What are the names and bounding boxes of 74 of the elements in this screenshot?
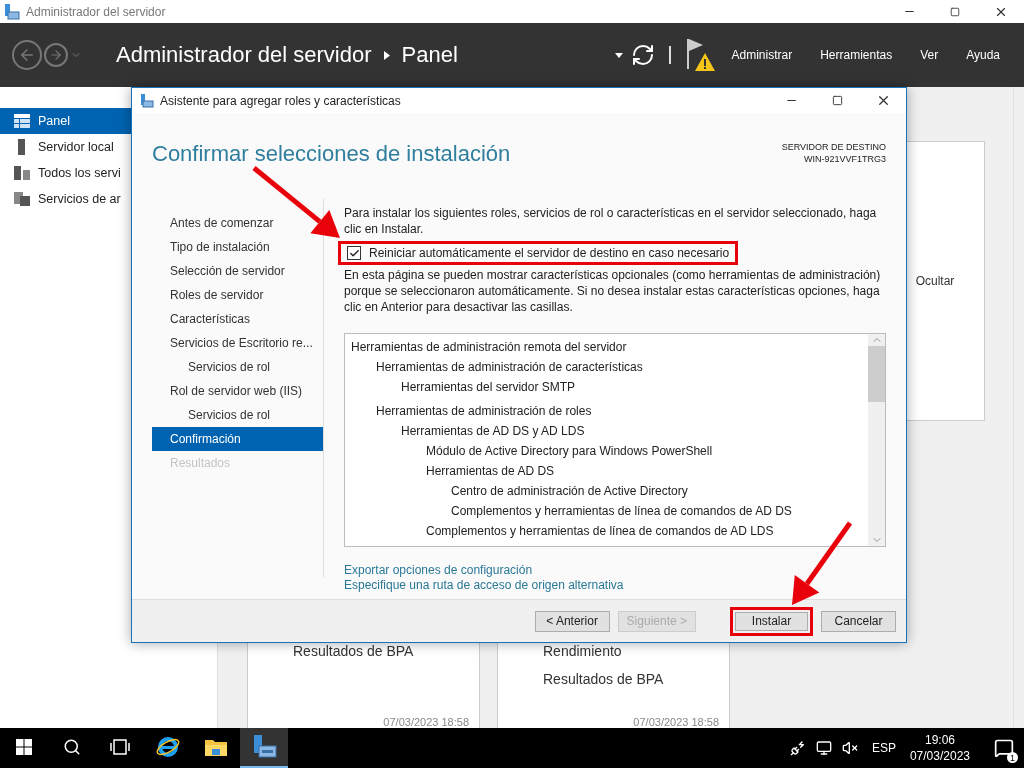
back-button[interactable] — [12, 40, 42, 70]
maximize-icon — [831, 95, 843, 106]
breadcrumb-separator-icon — [383, 50, 390, 60]
breadcrumb-item: Panel — [401, 42, 458, 68]
wizard-step[interactable]: Selección de servidor — [152, 259, 289, 283]
folder-icon — [204, 737, 228, 757]
app-icon — [140, 93, 154, 108]
feature-item: Herramientas de administración de roles — [375, 403, 593, 420]
app-icon — [4, 3, 20, 20]
grid-icon — [14, 114, 30, 128]
card-timestamp: 07/03/2023 18:58 — [383, 716, 469, 728]
feature-item: Módulo de Active Directory para Windows PowerShell — [425, 443, 714, 460]
feature-item: Herramientas de AD DS y AD LDS — [400, 423, 586, 440]
wizard-step[interactable]: Servicios de Escritorio re... — [152, 331, 317, 355]
wizard-step[interactable]: Características — [152, 307, 255, 331]
wizard-step[interactable]: Confirmación — [152, 427, 323, 451]
menu-item[interactable]: Administrar — [717, 48, 807, 62]
card-item[interactable]: Resultados de BPA — [293, 643, 479, 665]
feature-item: Herramientas de administración de características — [375, 359, 644, 376]
intro-text: Para instalar los siguientes roles, servicios de rol o características en el servidor seleccionado, haga clic en Instalar. — [344, 205, 878, 237]
file-server-icon — [14, 192, 30, 206]
checkbox[interactable] — [347, 246, 361, 260]
clock[interactable]: 19:06 07/03/2023 — [909, 732, 970, 764]
dialog-title: Asistente para agregar roles y características — [160, 93, 402, 108]
hide-label[interactable]: Ocultar — [915, 274, 955, 288]
target-server-label: SERVIDOR DE DESTINO WIN-921VVF1TRG3 — [781, 141, 886, 165]
dialog-button[interactable]: < Anterior — [534, 610, 610, 632]
sidebar-item[interactable]: Servicios de ar — [0, 186, 217, 212]
link[interactable]: Especifique una ruta de acceso de origen alternativa — [344, 578, 624, 592]
feature-item: Herramientas de AD DS — [425, 463, 556, 480]
wizard-step[interactable]: Roles de servidor — [152, 283, 268, 307]
dialog-button[interactable]: Cancelar — [821, 610, 896, 632]
feature-item: Herramientas del servidor SMTP — [400, 379, 577, 396]
windows-logo-icon — [16, 739, 32, 755]
forward-button[interactable] — [44, 43, 68, 67]
restore-icon — [950, 6, 960, 17]
scrollbar[interactable] — [1013, 87, 1024, 728]
search-icon — [63, 738, 81, 756]
wizard-step[interactable]: Tipo de instalación — [152, 235, 274, 259]
browser-icon — [156, 735, 180, 759]
wizard-step[interactable]: Servicios de rol — [152, 403, 275, 427]
feature-item: Complementos y herramientas de línea de comandos de AD DS — [450, 503, 793, 520]
wizard-step[interactable]: Rol de servidor web (IIS) — [152, 379, 307, 403]
menu-item[interactable]: Herramientas — [806, 48, 907, 62]
wizard-step[interactable]: Servicios de rol — [152, 355, 275, 379]
power-icon[interactable] — [789, 740, 806, 756]
language-indicator[interactable]: ESP — [871, 741, 896, 755]
window-title: Administrador del servidor — [26, 4, 167, 19]
server-manager-icon — [251, 734, 277, 760]
note-text: En esta página se pueden mostrar características opcionales (como herramientas de administración) porque se seleccionaron automáticamente. Si no desea instalar estas características opciones, haga clic en Anterior para desactivar las casillas. — [344, 267, 882, 315]
restart-checkbox[interactable]: Reiniciar automáticamente el servidor de destino en caso necesario — [338, 241, 739, 265]
card-item[interactable]: Rendimiento — [543, 643, 729, 665]
link[interactable]: Exportar opciones de configuración — [344, 563, 533, 577]
notifications-button[interactable]: 1 — [984, 728, 1024, 768]
network-icon[interactable] — [815, 740, 832, 756]
feature-item: Herramientas de administración remota del servidor — [351, 339, 628, 356]
card-item[interactable]: Resultados de BPA — [543, 671, 729, 693]
card-timestamp: 07/03/2023 18:58 — [633, 716, 719, 728]
feature-item: Complementos y herramientas de línea de comandos de AD LDS — [425, 523, 775, 540]
taskbar-button[interactable] — [240, 728, 288, 768]
breadcrumb-item: Administrador del servidor — [116, 42, 372, 68]
wizard-step[interactable]: Antes de comenzar — [152, 211, 278, 235]
notification-flag-icon[interactable] — [685, 37, 718, 73]
divider-mark — [669, 46, 672, 64]
menu-item[interactable]: Ver — [906, 48, 953, 62]
task-view-icon — [110, 739, 130, 755]
dialog-button[interactable]: Instalar — [730, 606, 813, 636]
servers-icon — [14, 166, 30, 180]
menu-item[interactable]: Ayuda — [952, 48, 1014, 62]
dropdown-caret-icon[interactable] — [615, 52, 624, 58]
feature-item: Centro de administración de Active Directory — [450, 483, 689, 500]
refresh-icon[interactable] — [631, 43, 656, 67]
volume-muted-icon[interactable] — [841, 740, 858, 756]
forward-arrow-icon — [49, 48, 63, 62]
